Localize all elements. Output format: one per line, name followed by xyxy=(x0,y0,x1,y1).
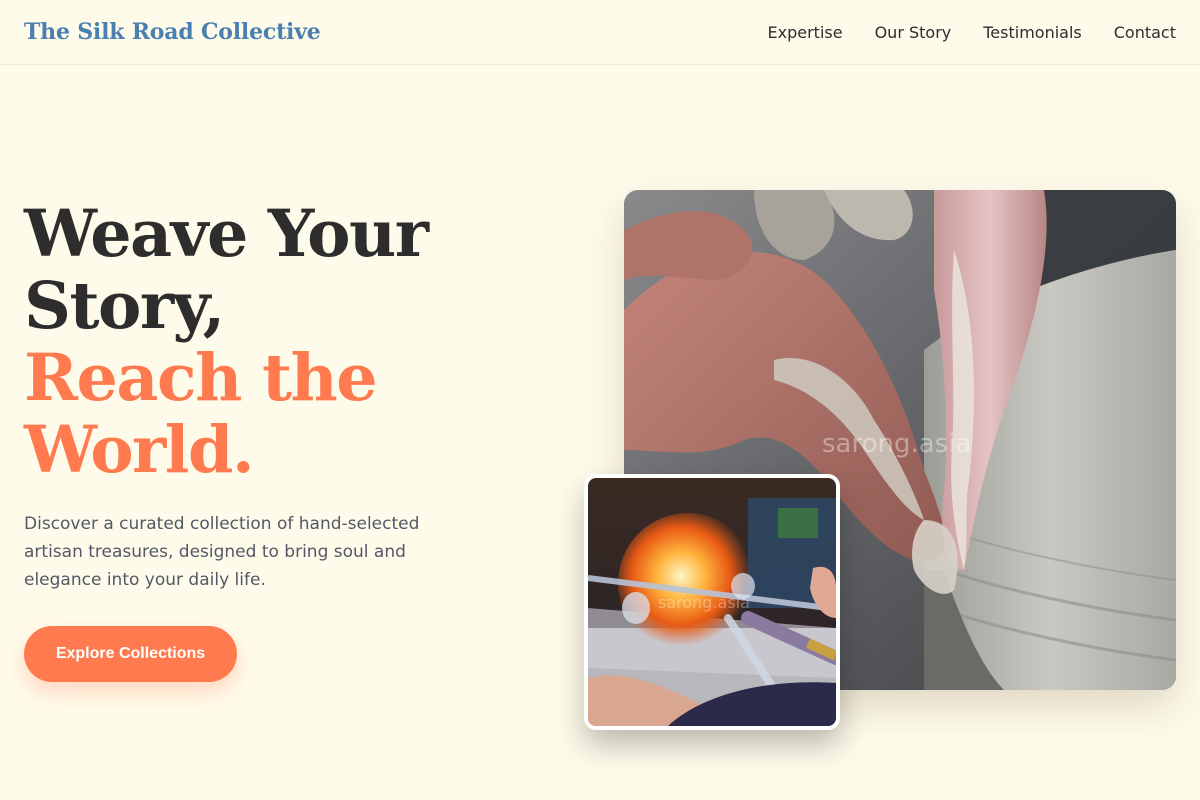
hero-title: Weave Your Story, Reach the World. xyxy=(24,198,544,486)
navbar: The Silk Road Collective Expertise Our S… xyxy=(0,0,1200,65)
glassblowing-image: sarong.asia xyxy=(584,474,840,730)
hero-title-accent-line-1: Reach the xyxy=(24,340,378,416)
brand-logo[interactable]: The Silk Road Collective xyxy=(24,19,321,45)
main-image-watermark: sarong.asia xyxy=(822,429,971,459)
hero-title-line-2: Story, xyxy=(24,268,225,344)
explore-collections-button[interactable]: Explore Collections xyxy=(24,626,237,682)
hero-title-line-1: Weave Your xyxy=(24,196,429,272)
nav-link-expertise[interactable]: Expertise xyxy=(768,23,843,42)
hero-description: Discover a curated collection of hand-se… xyxy=(24,514,420,590)
nav-link-testimonials[interactable]: Testimonials xyxy=(983,23,1082,42)
nav-link-our-story[interactable]: Our Story xyxy=(875,23,952,42)
small-image-watermark: sarong.asia xyxy=(658,593,750,612)
nav-link-contact[interactable]: Contact xyxy=(1114,23,1176,42)
nav-links: Expertise Our Story Testimonials Contact xyxy=(768,23,1176,42)
hero-title-accent-line-2: World. xyxy=(24,412,255,488)
